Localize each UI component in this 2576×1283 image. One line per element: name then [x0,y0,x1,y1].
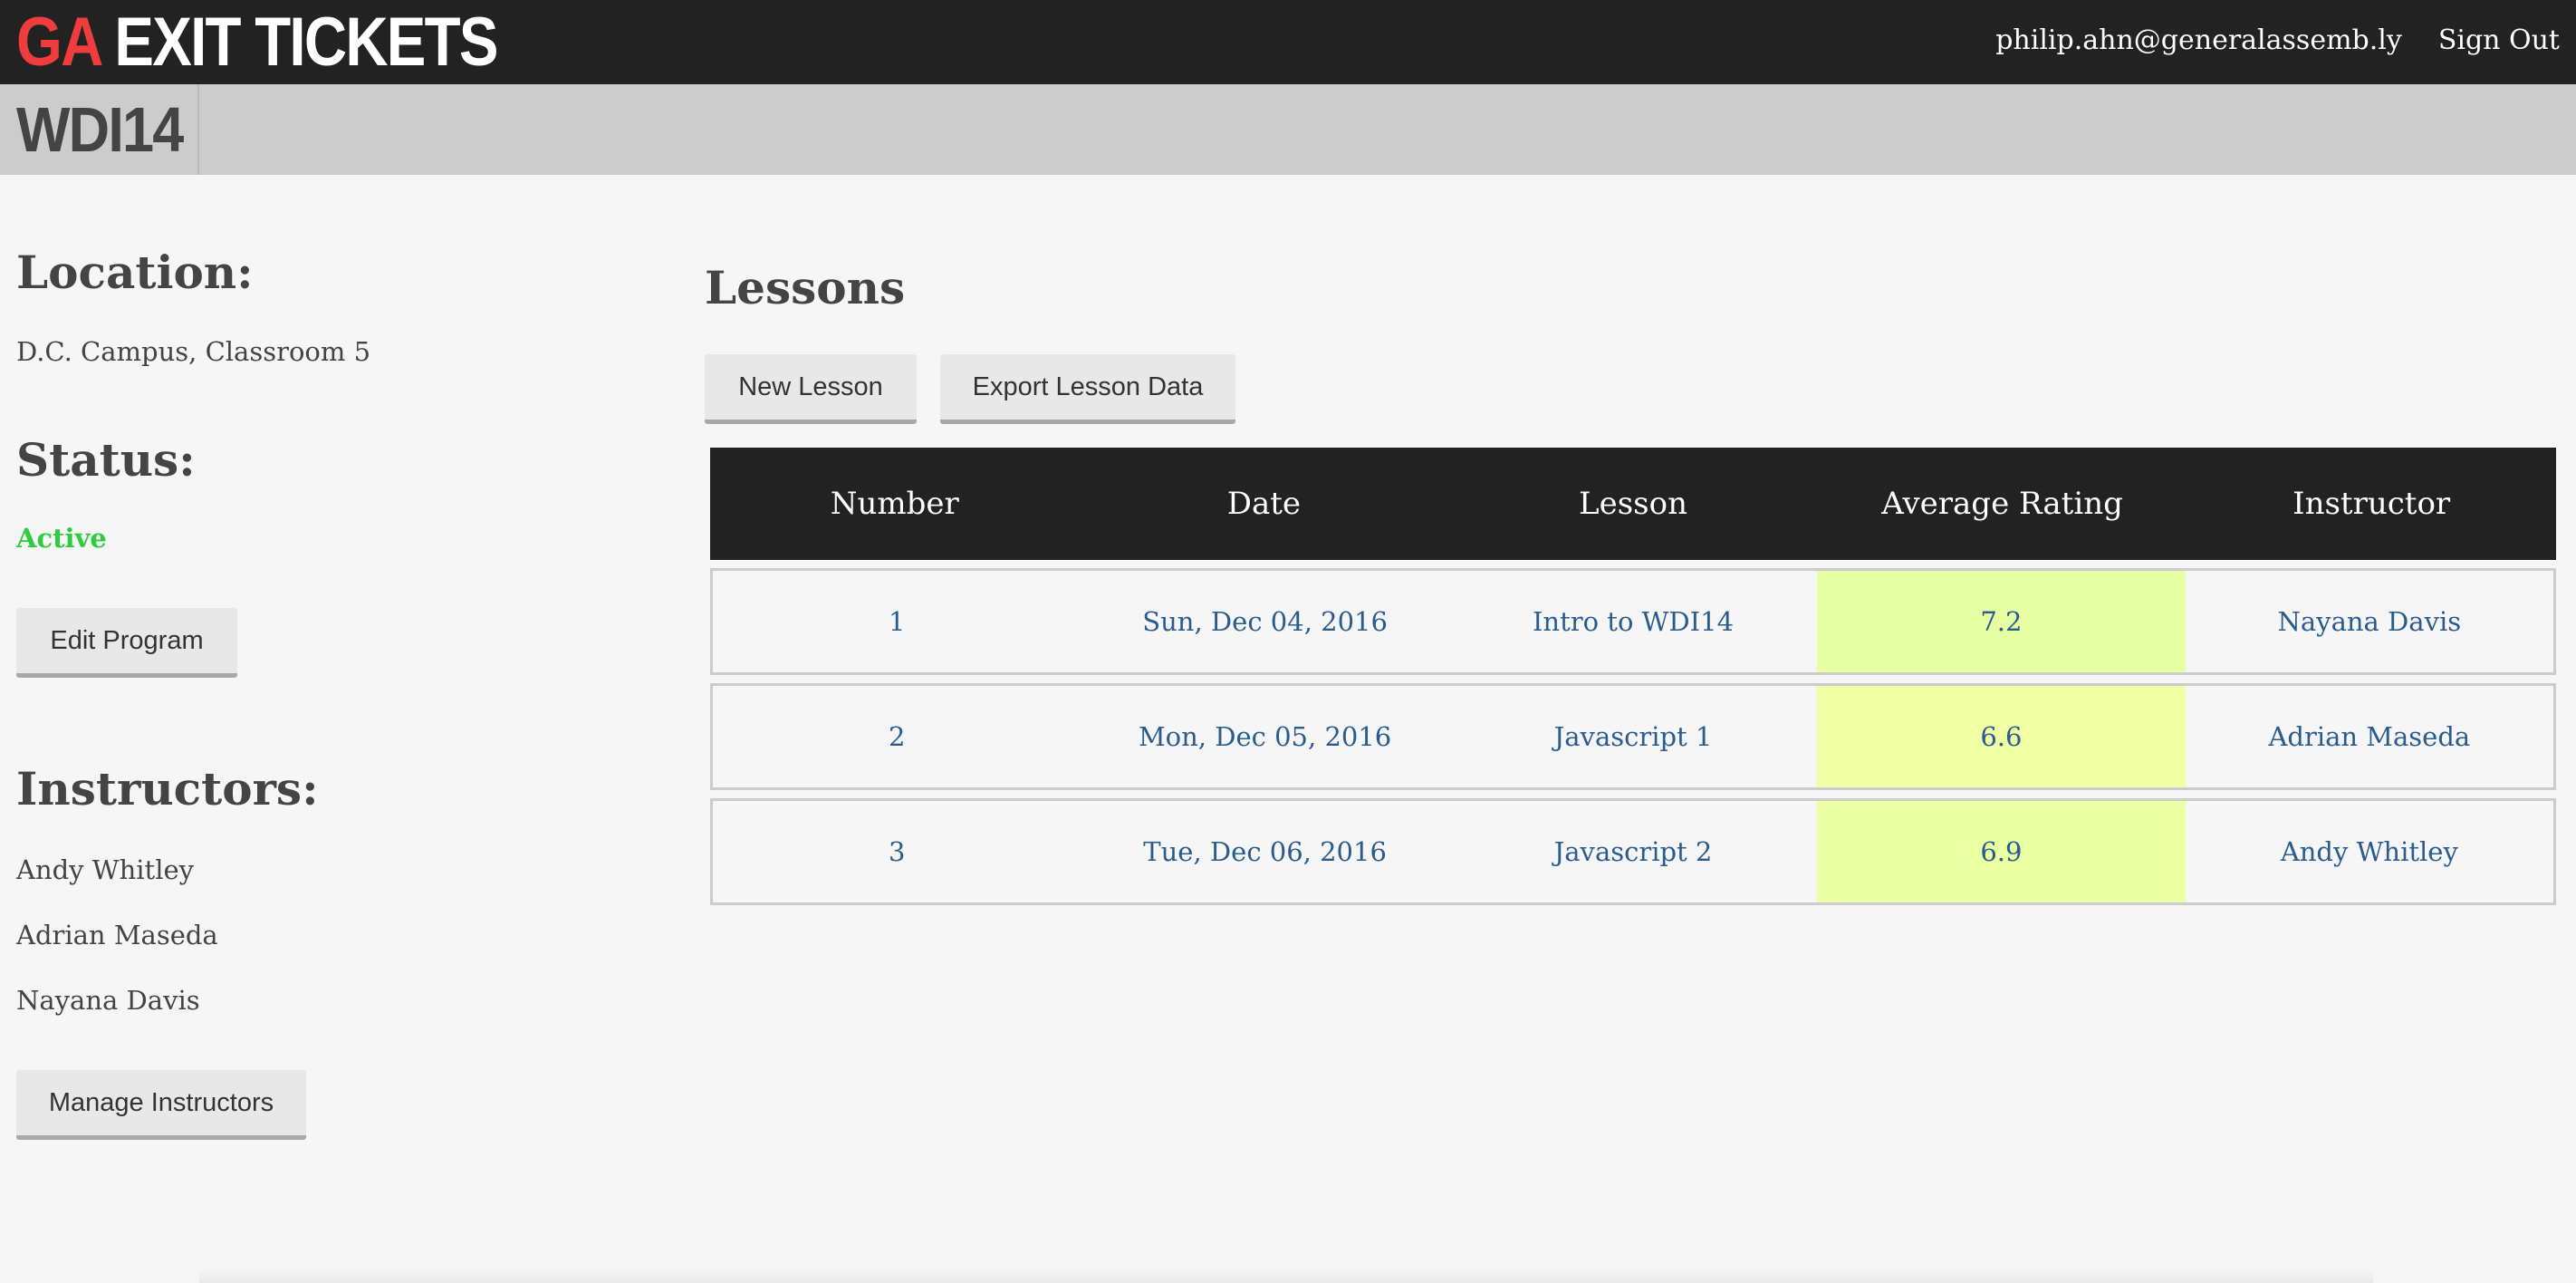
sign-out-link[interactable]: Sign Out [2438,24,2560,56]
lesson-name[interactable]: Intro to WDI14 [1449,571,1817,672]
lessons-title: Lessons [705,261,906,314]
lesson-name[interactable]: Javascript 1 [1449,686,1817,787]
lesson-number[interactable]: 3 [713,801,1081,902]
manage-instructors-button[interactable]: Manage Instructors [16,1070,306,1140]
app-logo[interactable]: GA EXIT TICKETS [16,0,498,84]
lesson-date[interactable]: Sun, Dec 04, 2016 [1081,571,1448,672]
lesson-average-rating[interactable]: 6.6 [1817,686,2186,787]
column-header-instructor[interactable]: Instructor [2187,448,2556,560]
new-lesson-button[interactable]: New Lesson [705,354,917,424]
lesson-instructor[interactable]: Andy Whitley [2186,801,2553,902]
lesson-date[interactable]: Tue, Dec 06, 2016 [1081,801,1448,902]
lesson-average-rating[interactable]: 6.9 [1817,801,2186,902]
lesson-instructor[interactable]: Nayana Davis [2186,571,2553,672]
user-email-link[interactable]: philip.ahn@generalassemb.ly [1995,24,2402,56]
instructor-item: Andy Whitley [16,854,195,885]
top-nav-bar: GA EXIT TICKETS philip.ahn@generalassemb… [0,0,2576,84]
table-row[interactable]: 3 Tue, Dec 06, 2016 Javascript 2 6.9 And… [710,798,2556,905]
lesson-date[interactable]: Mon, Dec 05, 2016 [1081,686,1448,787]
instructors-heading: Instructors: [16,762,319,815]
column-header-date[interactable]: Date [1080,448,1449,560]
column-header-number[interactable]: Number [710,448,1080,560]
edit-program-button[interactable]: Edit Program [16,608,237,678]
program-bar: WDI14 [0,84,2576,175]
lessons-table-header: Number Date Lesson Average Rating Instru… [710,448,2556,560]
lesson-name[interactable]: Javascript 2 [1449,801,1817,902]
logo-exit-tickets: EXIT TICKETS [114,4,498,81]
lesson-number[interactable]: 1 [713,571,1081,672]
status-value: Active [16,523,107,554]
lesson-average-rating[interactable]: 7.2 [1817,571,2186,672]
location-value: D.C. Campus, Classroom 5 [16,336,371,367]
user-nav: philip.ahn@generalassemb.ly Sign Out [1995,0,2560,80]
column-header-lesson[interactable]: Lesson [1448,448,1818,560]
instructor-item: Nayana Davis [16,985,200,1016]
export-lesson-data-button[interactable]: Export Lesson Data [940,354,1235,424]
location-heading: Location: [16,246,254,299]
lesson-number[interactable]: 2 [713,686,1081,787]
status-heading: Status: [16,433,196,487]
table-row[interactable]: 2 Mon, Dec 05, 2016 Javascript 1 6.6 Adr… [710,683,2556,790]
column-header-average-rating[interactable]: Average Rating [1818,448,2187,560]
footer-shadow [199,1269,2373,1283]
logo-ga: GA [16,4,103,81]
lesson-instructor[interactable]: Adrian Maseda [2186,686,2553,787]
instructor-item: Adrian Maseda [16,920,218,950]
program-code-tab[interactable]: WDI14 [0,84,199,175]
table-row[interactable]: 1 Sun, Dec 04, 2016 Intro to WDI14 7.2 N… [710,568,2556,675]
program-code: WDI14 [16,94,184,165]
